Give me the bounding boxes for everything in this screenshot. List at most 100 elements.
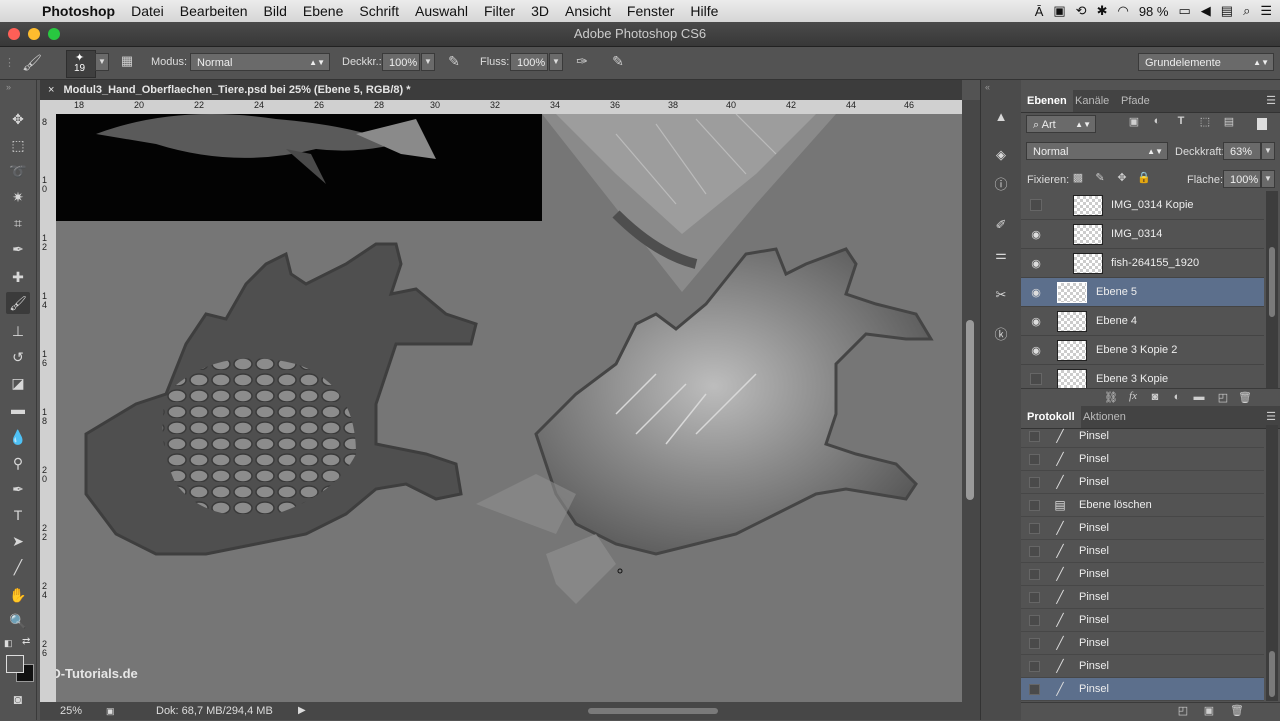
zoom-level[interactable]: 25% <box>60 702 82 720</box>
new-layer-icon[interactable]: ◰ <box>1215 391 1231 404</box>
history-item-selected[interactable]: ╱ Pinsel <box>1021 678 1264 701</box>
trash-icon[interactable]: 🗑 <box>1229 704 1245 717</box>
menu-filter[interactable]: Filter <box>476 3 523 19</box>
brush-size-picker[interactable]: ✦ 19 <box>66 50 96 78</box>
tab-kanaele[interactable]: Kanäle <box>1069 90 1115 112</box>
eyedropper-tool-icon[interactable]: ✒ <box>6 238 30 260</box>
layer-mask-icon[interactable]: ◙ <box>1147 391 1163 403</box>
layer-row[interactable]: Ebene 3 Kopie <box>1021 365 1264 388</box>
horizontal-scroll-thumb[interactable] <box>588 708 718 714</box>
history-snapshot-checkbox[interactable] <box>1029 592 1040 603</box>
fx-icon[interactable]: fx <box>1125 390 1141 402</box>
brush-presets-icon[interactable]: ✐ <box>989 214 1013 236</box>
line-tool-icon[interactable]: ╱ <box>6 556 30 578</box>
fill-dropdown[interactable]: ▼ <box>1261 170 1275 188</box>
menu-schrift[interactable]: Schrift <box>351 3 407 19</box>
menu-bild[interactable]: Bild <box>256 3 295 19</box>
layer-row[interactable]: IMG_0314 Kopie <box>1021 191 1264 220</box>
eraser-tool-icon[interactable]: ◪ <box>6 372 30 394</box>
document-canvas[interactable]: PSD-Tutorials.de <box>56 114 962 702</box>
mode-select[interactable]: Normal ▲▼ <box>190 53 330 71</box>
eye-icon[interactable]: ◉ <box>1029 286 1043 300</box>
menu-ansicht[interactable]: Ansicht <box>557 3 619 19</box>
vertical-scroll-thumb[interactable] <box>966 320 974 500</box>
history-scroll-thumb[interactable] <box>1269 651 1275 697</box>
filter-toggle-icon[interactable] <box>1257 118 1267 130</box>
opacity-input[interactable]: 100% <box>382 53 420 71</box>
opacity-dropdown[interactable]: ▼ <box>421 53 435 71</box>
marquee-tool-icon[interactable]: ⬚ <box>6 134 30 156</box>
history-snapshot-checkbox[interactable] <box>1029 638 1040 649</box>
eye-icon[interactable]: ◉ <box>1029 315 1043 329</box>
adjustments-icon[interactable]: ⚌ <box>989 244 1013 266</box>
history-item[interactable]: ╱ Pinsel <box>1021 609 1264 632</box>
move-tool-icon[interactable]: ✥ <box>6 108 30 130</box>
eye-icon[interactable]: ◉ <box>1029 344 1043 358</box>
foreground-color-swatch[interactable] <box>6 655 24 673</box>
eye-icon[interactable]: ◉ <box>1029 257 1043 271</box>
filter-adjustment-icon[interactable]: ◐ <box>1149 115 1165 133</box>
tab-pfade[interactable]: Pfade <box>1115 90 1156 112</box>
lasso-tool-icon[interactable]: ➰ <box>6 160 30 182</box>
layer-row[interactable]: ◉ IMG_0314 <box>1021 220 1264 249</box>
canvas-vertical-scrollbar[interactable] <box>962 100 980 702</box>
layer-row-selected[interactable]: ◉ Ebene 5 <box>1021 278 1264 307</box>
filter-shape-icon[interactable]: ⬚ <box>1197 115 1213 133</box>
history-snapshot-checkbox[interactable] <box>1029 661 1040 672</box>
history-item[interactable]: ╱ Pinsel <box>1021 425 1264 448</box>
layer-name[interactable]: fish-264155_1920 <box>1111 249 1199 278</box>
layer-opacity-input[interactable]: 63% <box>1223 142 1261 160</box>
adjustment-layer-icon[interactable]: ◐ <box>1169 391 1185 403</box>
close-window-button[interactable] <box>8 28 20 40</box>
menu-ebene[interactable]: Ebene <box>295 3 351 19</box>
volume-icon[interactable]: ◀ <box>1201 3 1211 19</box>
info-icon[interactable]: ⓘ <box>989 174 1013 196</box>
history-item[interactable]: ╱ Pinsel <box>1021 655 1264 678</box>
history-brush-tool-icon[interactable]: ↺ <box>6 346 30 368</box>
history-snapshot-checkbox[interactable] <box>1029 454 1040 465</box>
history-snapshot-checkbox[interactable] <box>1029 569 1040 580</box>
histogram-icon[interactable]: ▲ <box>989 106 1013 128</box>
quick-mask-icon[interactable]: ◙ <box>6 688 30 710</box>
lock-all-icon[interactable]: 🔒 <box>1137 171 1151 189</box>
workspace-select[interactable]: Grundelemente ▲▼ <box>1138 53 1274 71</box>
history-snapshot-checkbox[interactable] <box>1029 615 1040 626</box>
eye-icon[interactable]: ◉ <box>1029 228 1043 242</box>
dodge-tool-icon[interactable]: ⚲ <box>6 452 30 474</box>
bluetooth-icon[interactable]: ✱ <box>1097 3 1108 19</box>
layer-name[interactable]: Ebene 3 Kopie <box>1096 365 1168 388</box>
menu-hilfe[interactable]: Hilfe <box>682 3 726 19</box>
path-selection-tool-icon[interactable]: ➤ <box>6 530 30 552</box>
history-snapshot-checkbox[interactable] <box>1029 546 1040 557</box>
history-item[interactable]: ╱ Pinsel <box>1021 586 1264 609</box>
lock-image-icon[interactable]: ✎ <box>1093 171 1107 189</box>
menu-datei[interactable]: Datei <box>123 3 172 19</box>
new-document-from-state-icon[interactable]: ◰ <box>1175 704 1191 717</box>
blend-mode-select[interactable]: Normal ▲▼ <box>1026 142 1168 160</box>
layer-name[interactable]: IMG_0314 <box>1111 220 1162 249</box>
menu-fenster[interactable]: Fenster <box>619 3 682 19</box>
menu-app-name[interactable]: Photoshop <box>34 3 123 19</box>
history-snapshot-checkbox[interactable] <box>1029 523 1040 534</box>
filter-smart-object-icon[interactable]: ▤ <box>1221 115 1237 133</box>
document-tab[interactable]: × Modul3_Hand_Oberflaechen_Tiere.psd bei… <box>40 80 962 100</box>
notification-card-icon[interactable]: ▤ <box>1221 3 1233 19</box>
layer-row[interactable]: ◉ Ebene 3 Kopie 2 <box>1021 336 1264 365</box>
history-snapshot-checkbox[interactable] <box>1029 477 1040 488</box>
visibility-toggle-off[interactable] <box>1030 199 1042 211</box>
new-group-icon[interactable]: ▬ <box>1191 391 1207 403</box>
3d-panel-icon[interactable]: ◈ <box>989 144 1013 166</box>
pressure-size-icon[interactable]: ✎ <box>608 53 628 73</box>
history-snapshot-checkbox[interactable] <box>1029 684 1040 695</box>
clone-stamp-tool-icon[interactable]: ⊥ <box>6 320 30 342</box>
spotlight-icon[interactable]: ⌕ <box>1243 3 1250 19</box>
fill-input[interactable]: 100% <box>1223 170 1261 188</box>
layers-scroll-thumb[interactable] <box>1269 247 1275 317</box>
history-item[interactable]: ▤ Ebene löschen <box>1021 494 1264 517</box>
link-layers-icon[interactable]: ⛓ <box>1103 391 1119 404</box>
menu-3d[interactable]: 3D <box>523 3 557 19</box>
status-menu-icon[interactable]: ▣ <box>106 702 115 720</box>
notification-center-icon[interactable]: ☰ <box>1260 3 1272 19</box>
zoom-tool-icon[interactable]: 🔍 <box>6 610 30 632</box>
history-snapshot-checkbox[interactable] <box>1029 431 1040 442</box>
